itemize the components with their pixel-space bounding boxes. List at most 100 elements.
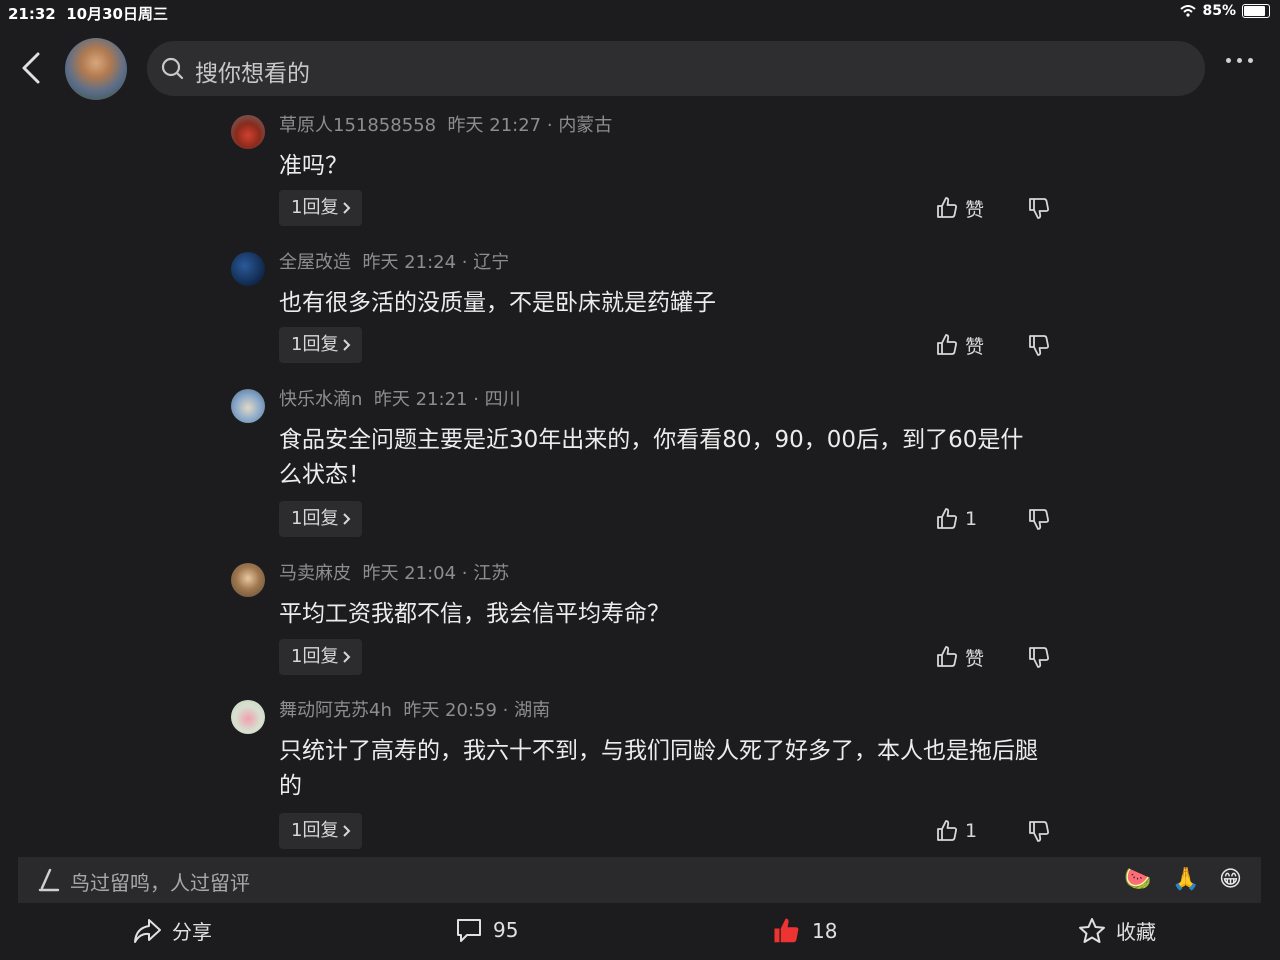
reply-button[interactable]: 1回复 <box>279 501 363 537</box>
comment-location: 江苏 <box>473 563 510 584</box>
thumb-down-icon <box>1029 509 1049 530</box>
comment-time: 昨天 21:27 <box>447 115 542 136</box>
commenter-name[interactable]: 舞动阿克苏4h <box>279 700 392 721</box>
like-article-button[interactable]: 18 <box>772 916 837 946</box>
watermelon-emoji-button[interactable]: 🍉 <box>1124 865 1151 895</box>
search-icon <box>161 57 184 80</box>
comment-text: 食品安全问题主要是近30年出来的，你看看80，90，00后，到了60是什么状态！ <box>279 427 1024 488</box>
thumb-up-icon <box>937 508 957 529</box>
favorite-button[interactable]: 收藏 <box>1078 916 1156 945</box>
like-button[interactable]: 赞 <box>935 639 984 675</box>
commenter-avatar[interactable] <box>231 115 265 149</box>
comment-time: 昨天 21:21 <box>373 389 468 410</box>
reply-button[interactable]: 1回复 <box>279 190 363 226</box>
comment-location: 湖南 <box>514 700 551 721</box>
like-count-total: 18 <box>812 919 838 943</box>
comments-button[interactable]: 95 <box>455 916 518 944</box>
back-button[interactable] <box>18 50 48 86</box>
star-icon <box>1079 917 1105 943</box>
comment-meta: 全屋改造 昨天 21:24 · 辽宁 <box>279 252 510 273</box>
thumb-up-icon <box>937 197 957 218</box>
favorite-label: 收藏 <box>1116 920 1156 944</box>
reply-button[interactable]: 1回复 <box>279 327 363 363</box>
comment-meta: 舞动阿克苏4h 昨天 20:59 · 湖南 <box>279 700 551 721</box>
thumb-up-icon <box>937 334 957 355</box>
commenter-avatar[interactable] <box>231 389 265 423</box>
thumb-down-icon <box>1029 821 1049 842</box>
comment-meta: 草原人151858558 昨天 21:27 · 内蒙古 <box>279 115 613 136</box>
like-button[interactable]: 1 <box>935 501 977 537</box>
thumb-up-filled-icon <box>774 918 799 943</box>
commenter-name[interactable]: 快乐水滴n <box>279 389 362 410</box>
like-button[interactable]: 赞 <box>935 327 984 363</box>
battery-percent: 85% <box>1202 3 1236 19</box>
like-count: 赞 <box>965 647 985 670</box>
status-right: 85% <box>1180 3 1270 19</box>
pray-emoji-button[interactable]: 🙏 <box>1172 865 1199 895</box>
like-count: 1 <box>965 820 978 842</box>
commenter-avatar[interactable] <box>231 700 265 734</box>
reply-button[interactable]: 1回复 <box>279 639 363 675</box>
back-chevron-icon <box>22 52 40 84</box>
commenter-name[interactable]: 马卖麻皮 <box>279 563 351 584</box>
share-icon <box>134 918 161 943</box>
like-count: 赞 <box>965 335 985 358</box>
comment-time: 昨天 21:04 <box>362 563 457 584</box>
chevron-right-icon <box>343 651 351 663</box>
comment-text: 只统计了高寿的，我六十不到，与我们同龄人死了好多了，本人也是拖后腿的 <box>279 738 1038 799</box>
share-button[interactable]: 分享 <box>132 916 212 945</box>
reply-button[interactable]: 1回复 <box>279 813 363 849</box>
commenter-avatar[interactable] <box>231 252 265 286</box>
share-label: 分享 <box>172 920 212 944</box>
comment-text: 准吗？ <box>279 153 348 179</box>
pen-icon <box>38 868 60 892</box>
comment-input[interactable]: 鸟过留鸣，人过留评 🍉 🙏 😁 <box>18 857 1261 903</box>
status-time: 21:32 10月30日周三 <box>8 5 168 23</box>
comment-location: 辽宁 <box>473 252 510 273</box>
comment-count: 95 <box>493 918 519 942</box>
like-button[interactable]: 1 <box>935 813 977 849</box>
more-button[interactable] <box>1226 58 1253 63</box>
chevron-right-icon <box>343 825 351 837</box>
comment-meta: 马卖麻皮 昨天 21:04 · 江苏 <box>279 563 510 584</box>
comment-location: 内蒙古 <box>558 115 613 136</box>
commenter-name[interactable]: 全屋改造 <box>279 252 351 273</box>
author-avatar[interactable] <box>65 38 127 100</box>
thumb-down-icon <box>1029 335 1049 356</box>
comment-input-placeholder: 鸟过留鸣，人过留评 <box>70 871 250 895</box>
dislike-button[interactable] <box>1027 639 1051 675</box>
thumb-up-icon <box>937 820 957 841</box>
commenter-name[interactable]: 草原人151858558 <box>279 115 436 136</box>
thumb-down-icon <box>1029 198 1049 219</box>
dislike-button[interactable] <box>1027 813 1051 849</box>
comment-time: 昨天 20:59 <box>403 700 497 721</box>
search-placeholder: 搜你想看的 <box>195 61 310 87</box>
comment-text: 也有很多活的没质量，不是卧床就是药罐子 <box>279 290 716 316</box>
more-dots-icon <box>1226 58 1231 63</box>
like-button[interactable]: 赞 <box>935 190 984 226</box>
dislike-button[interactable] <box>1027 327 1051 363</box>
search-box[interactable]: 搜你想看的 <box>147 41 1205 96</box>
dislike-button[interactable] <box>1027 190 1051 226</box>
dislike-button[interactable] <box>1027 501 1051 537</box>
like-count: 1 <box>965 508 978 530</box>
chevron-right-icon <box>343 202 351 214</box>
comment-text: 平均工资我都不信，我会信平均寿命？ <box>279 601 670 627</box>
status-date: 10月30日周三 <box>66 5 168 23</box>
battery-icon <box>1242 4 1270 18</box>
chevron-right-icon <box>343 513 351 525</box>
comment-meta: 快乐水滴n 昨天 21:21 · 四川 <box>279 389 521 410</box>
commenter-avatar[interactable] <box>231 563 265 597</box>
comment-location: 四川 <box>484 389 521 410</box>
status-bar: 21:32 10月30日周三 85% <box>0 0 1280 24</box>
thumb-down-icon <box>1029 647 1049 668</box>
wifi-icon <box>1180 5 1197 17</box>
chevron-right-icon <box>343 339 351 351</box>
bottom-action-bar: 分享 95 18 收藏 <box>0 908 1280 960</box>
thumb-up-icon <box>937 646 957 667</box>
comment-icon <box>457 919 481 942</box>
grin-emoji-button[interactable]: 😁 <box>1219 865 1242 895</box>
like-count: 赞 <box>965 198 985 221</box>
header: 搜你想看的 <box>0 36 1280 102</box>
comment-time: 昨天 21:24 <box>362 252 457 273</box>
